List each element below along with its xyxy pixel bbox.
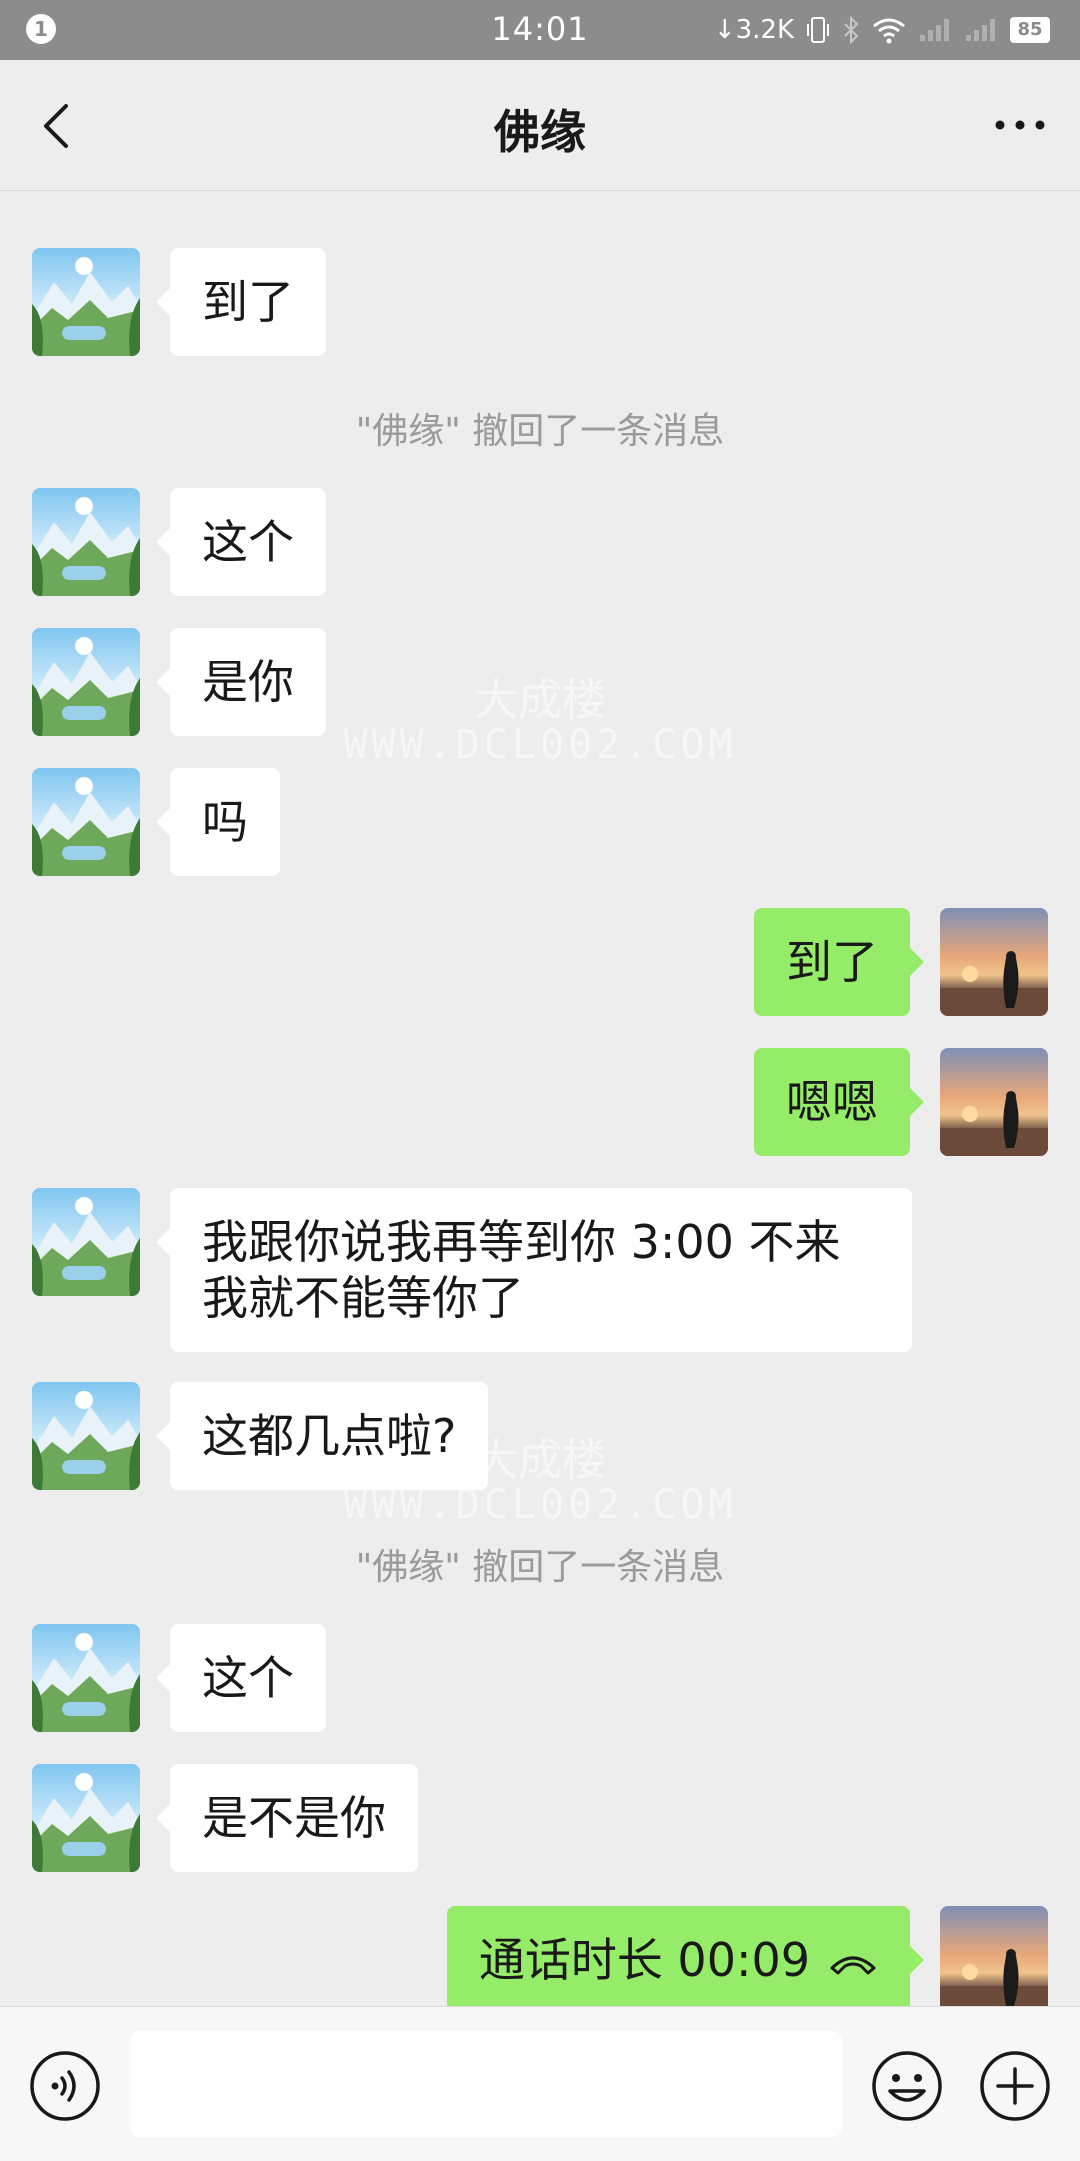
contact-avatar[interactable] [32,1188,140,1296]
smiley-icon [872,2051,942,2121]
incoming-message-bubble[interactable]: 到了 [156,248,326,356]
incoming-message-bubble[interactable]: 这个 [156,1624,326,1732]
message-input[interactable] [130,2031,842,2137]
sunset-avatar-image [940,1048,1048,1156]
my-avatar[interactable] [940,1048,1048,1156]
emoji-button[interactable] [870,2049,944,2123]
incoming-message-bubble[interactable]: 是不是你 [156,1764,418,1872]
signal-icon-2 [966,19,995,41]
landscape-avatar-image [32,248,140,356]
chat-input-bar [0,2006,1080,2161]
wifi-icon [873,18,905,44]
call-duration-text: 通话时长 00:09 [478,1933,810,1987]
plus-circle-icon [980,2051,1050,2121]
recall-notice: "佛缘" 撤回了一条消息 [355,1547,725,1588]
landscape-avatar-image [32,1624,140,1732]
voice-input-button[interactable] [28,2049,102,2123]
chat-header: 佛缘 [0,60,1080,191]
recall-notice: "佛缘" 撤回了一条消息 [355,411,725,452]
more-functions-button[interactable] [978,2049,1052,2123]
voice-icon [30,2051,100,2121]
my-avatar[interactable] [940,1906,1048,2014]
landscape-avatar-image [32,488,140,596]
contact-avatar[interactable] [32,248,140,356]
status-bar: 1 14:01 ↓3.2K 85 [0,0,1080,60]
watermark-line1: 大成楼 [474,1435,606,1486]
bluetooth-icon [844,15,859,45]
net-speed: ↓3.2K [713,15,794,45]
vibrate-icon [807,17,829,43]
signal-icon-1 [920,19,949,41]
contact-avatar[interactable] [32,488,140,596]
landscape-avatar-image [32,768,140,876]
watermark-line2: WWW.DCL002.COM [343,722,737,768]
call-record-bubble[interactable]: 通话时长 00:09 [446,1906,925,2014]
more-options-button[interactable] [990,110,1050,140]
more-dots-icon [995,120,1045,130]
my-avatar[interactable] [940,908,1048,1016]
status-icons: ↓3.2K 85 [714,12,1050,48]
hangup-phone-icon [830,1956,876,1974]
sunset-avatar-image [940,1906,1048,2014]
chat-title: 佛缘 [494,105,586,159]
contact-avatar[interactable] [32,1624,140,1732]
sunset-avatar-image [940,908,1048,1016]
incoming-message-bubble[interactable]: 这个 [156,488,326,596]
contact-avatar[interactable] [32,768,140,876]
outgoing-message-bubble[interactable]: 到了 [754,908,924,1016]
landscape-avatar-image [32,1764,140,1872]
incoming-message-bubble[interactable]: 吗 [156,768,280,876]
watermark-line2: WWW.DCL002.COM [343,1482,737,1528]
landscape-avatar-image [32,1188,140,1296]
battery-indicator: 85 [1010,17,1050,43]
incoming-message-bubble[interactable]: 我跟你说我再等到你 3:00 不来我就不能等你了 [156,1188,912,1352]
outgoing-message-bubble[interactable]: 嗯嗯 [754,1048,924,1156]
contact-avatar[interactable] [32,1764,140,1872]
watermark-line1: 大成楼 [474,675,606,726]
